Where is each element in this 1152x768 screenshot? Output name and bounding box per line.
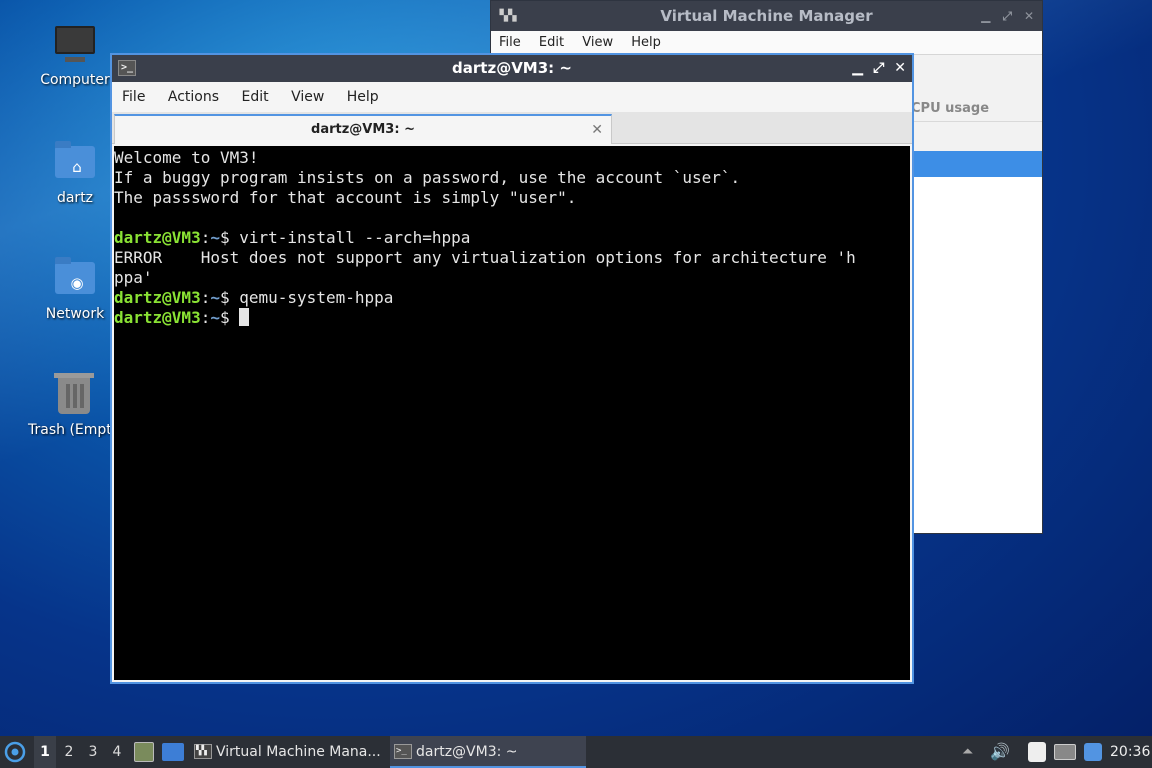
workspace-1[interactable]: 1 <box>34 736 56 768</box>
vmm-titlebar[interactable]: ▚▚ Virtual Machine Manager ▁ ⤢ ✕ <box>491 1 1042 31</box>
network-tray-icon[interactable] <box>1054 744 1076 760</box>
text-cursor <box>239 308 250 326</box>
desktop-icon-trash[interactable]: Trash (Empty) <box>20 372 112 438</box>
vmm-window-controls: ▁ ⤢ ✕ <box>969 1 1034 31</box>
vmm-selected-row[interactable] <box>911 151 1042 177</box>
vmm-header-divider <box>911 121 1042 122</box>
terminal-menu-help[interactable]: Help <box>347 89 379 105</box>
taskbar: 1 2 3 4 ▚▚ Virtual Machine Mana... >_ da… <box>0 736 1152 768</box>
monitor-icon <box>55 26 95 62</box>
terminal-menubar: File Actions Edit View Help <box>112 82 912 112</box>
terminal-menu-file[interactable]: File <box>122 89 145 105</box>
start-menu-button[interactable] <box>4 736 28 768</box>
terminal-line: The passsword for that account is simply… <box>114 188 577 207</box>
vmm-menu-edit[interactable]: Edit <box>539 35 564 50</box>
workspace-4[interactable]: 4 <box>106 736 128 768</box>
terminal-tab-label: dartz@VM3: ~ <box>311 122 415 137</box>
terminal-command: qemu-system-hppa <box>239 288 394 307</box>
vmm-app-icon: ▚▚ <box>194 744 212 759</box>
tray-arrow-icon[interactable]: ⏶ <box>962 736 980 768</box>
maximize-icon[interactable]: ⤢ <box>873 60 884 76</box>
vmm-menu-file[interactable]: File <box>499 35 521 50</box>
close-icon[interactable]: ✕ <box>1024 9 1034 23</box>
workspace-2[interactable]: 2 <box>58 736 80 768</box>
tab-close-icon[interactable]: ✕ <box>591 116 603 144</box>
clock[interactable]: 20:36 <box>1110 736 1150 768</box>
vmm-app-icon: ▚▚ <box>499 9 517 22</box>
terminal-line: Welcome to VM3! <box>114 148 259 167</box>
terminal-prompt-line: dartz@VM3:~$ qemu-system-hppa <box>114 288 394 307</box>
terminal-command: virt-install --arch=hppa <box>239 228 471 247</box>
vmm-column-cpu-usage[interactable]: CPU usage <box>911 101 989 116</box>
close-icon[interactable]: ✕ <box>894 60 906 76</box>
terminal-error-line: ERROR Host does not support any virtuali… <box>114 248 856 267</box>
vmm-menu-help[interactable]: Help <box>631 35 661 50</box>
vmm-title: Virtual Machine Manager <box>660 7 873 25</box>
terminal-window-controls: ▁ ⤢ ✕ <box>842 55 906 82</box>
maximize-icon[interactable]: ⤢ <box>1002 9 1012 23</box>
terminal-menu-actions[interactable]: Actions <box>168 89 219 105</box>
clipboard-icon[interactable] <box>1028 742 1046 762</box>
terminal-error-line: ppa' <box>114 268 153 287</box>
terminal-menu-view[interactable]: View <box>291 89 324 105</box>
trash-icon <box>54 373 94 414</box>
minimize-icon[interactable]: ▁ <box>981 9 990 23</box>
vmm-list-area <box>911 177 1042 533</box>
terminal-tab[interactable]: dartz@VM3: ~ ✕ <box>114 114 612 144</box>
terminal-titlebar[interactable]: >_ dartz@VM3: ~ ▁ ⤢ ✕ <box>112 55 912 82</box>
minimize-icon[interactable]: ▁ <box>852 60 863 76</box>
show-desktop-icon[interactable] <box>162 743 184 761</box>
terminal-line: If a buggy program insists on a password… <box>114 168 741 187</box>
terminal-title: dartz@VM3: ~ <box>452 59 572 77</box>
terminal-prompt-line: dartz@VM3:~$ <box>114 308 910 328</box>
workspace-3[interactable]: 3 <box>82 736 104 768</box>
notification-icon[interactable] <box>1084 743 1102 761</box>
terminal-tab-bar: dartz@VM3: ~ ✕ <box>112 112 912 144</box>
taskbar-app-vmm[interactable]: ▚▚ Virtual Machine Mana... <box>190 736 386 768</box>
taskbar-app-terminal[interactable]: >_ dartz@VM3: ~ <box>390 736 586 768</box>
network-folder-icon: ◉ <box>55 257 95 294</box>
terminal-menu-edit[interactable]: Edit <box>241 89 268 105</box>
terminal-output[interactable]: Welcome to VM3! If a buggy program insis… <box>114 146 910 680</box>
vmm-menu-view[interactable]: View <box>582 35 613 50</box>
volume-icon[interactable]: 🔊 <box>990 736 1010 768</box>
file-manager-icon[interactable] <box>134 742 154 762</box>
terminal-prompt-line: dartz@VM3:~$ virt-install --arch=hppa <box>114 228 471 247</box>
home-folder-icon: ⌂ <box>55 141 95 178</box>
terminal-window[interactable]: >_ dartz@VM3: ~ ▁ ⤢ ✕ File Actions Edit Vi… <box>110 53 914 684</box>
terminal-app-icon: >_ <box>394 744 412 759</box>
lubuntu-logo-icon <box>4 741 26 763</box>
terminal-app-icon: >_ <box>118 60 136 76</box>
vmm-menubar: File Edit View Help <box>491 31 1042 55</box>
